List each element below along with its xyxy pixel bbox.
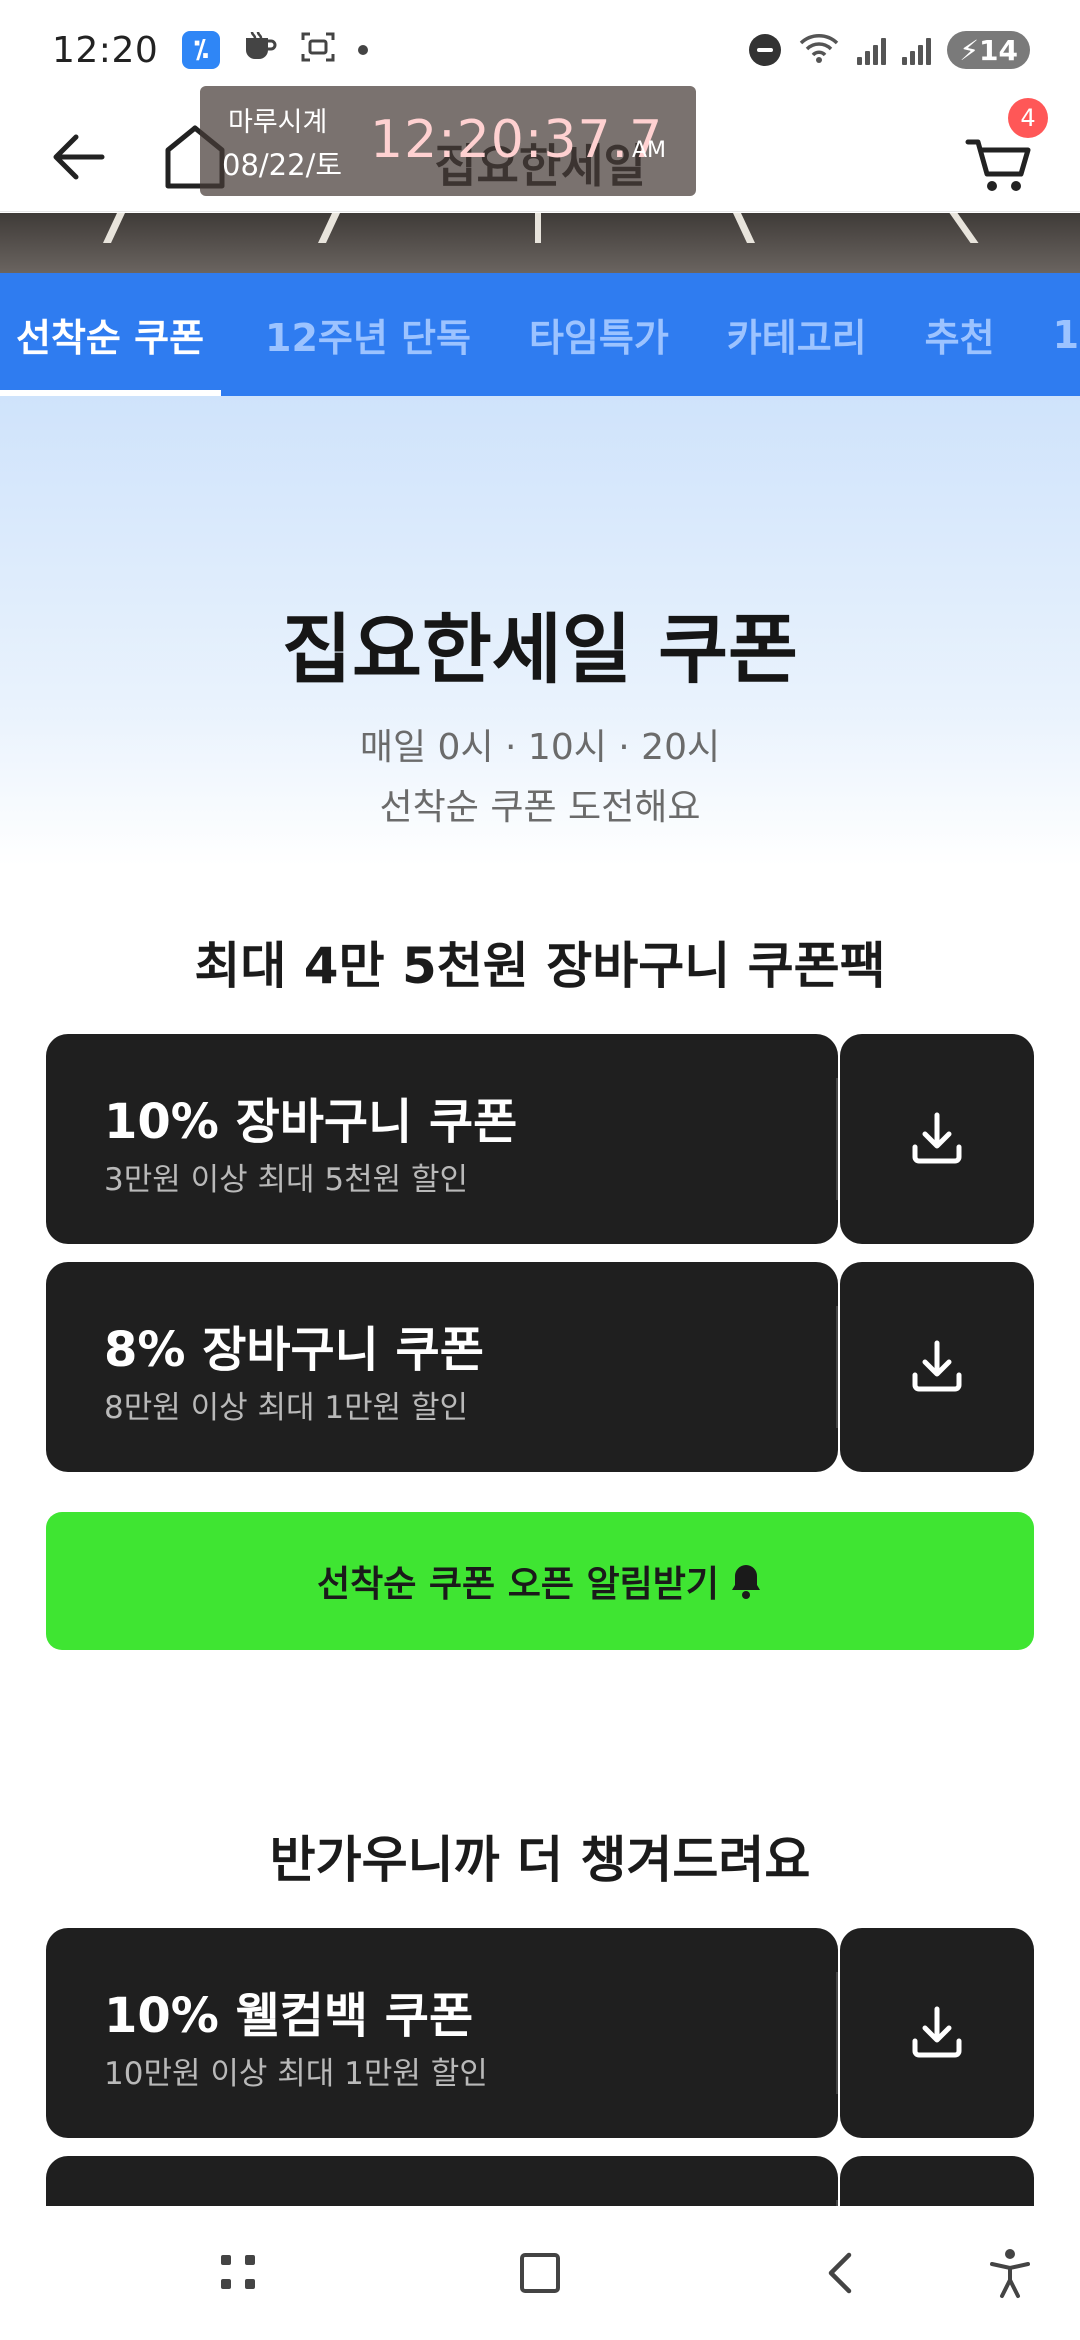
coupon-description: 10만원 이상 최대 1만원 할인	[104, 2056, 488, 2092]
coupon-download-button[interactable]	[840, 1928, 1034, 2138]
hero-subtitle-challenge: 선착순 쿠폰 도전해요	[379, 787, 701, 828]
square-home-icon	[520, 2253, 560, 2293]
coupon-description: 8만원 이상 최대 1만원 할인	[104, 1390, 469, 1426]
battery-level: 14	[979, 33, 1018, 67]
tab-first-come-coupon[interactable]: 선착순 쿠폰	[0, 273, 221, 396]
accessibility-button[interactable]	[975, 2238, 1045, 2308]
coupon-info	[46, 2156, 838, 2206]
screenshot-icon	[300, 30, 336, 70]
app-notification-icon: ⁒	[182, 31, 221, 69]
tab-more[interactable]: 1	[1013, 273, 1080, 396]
hero-subtitle-schedule: 매일 0시 · 10시 · 20시	[359, 727, 721, 768]
accessibility-icon	[990, 2249, 1030, 2298]
coupon-info: 10% 웰컴백 쿠폰 10만원 이상 최대 1만원 할인	[46, 1928, 838, 2138]
tab-category[interactable]: 카테고리	[687, 273, 885, 396]
hero-title: 집요한세일 쿠폰	[282, 605, 798, 694]
download-icon	[912, 2006, 962, 2058]
coupon-card: 8% 장바구니 쿠폰 8만원 이상 최대 1만원 할인	[46, 1262, 1034, 1472]
clock-time: 12:20:37.7	[370, 110, 664, 170]
coupon-card: 10% 장바구니 쿠폰 3만원 이상 최대 5천원 할인	[46, 1034, 1034, 1244]
tab-12th-anniversary[interactable]: 12주년 단독	[221, 273, 489, 396]
cart-coupon-pack-title: 최대 4만 5천원 장바구니 쿠폰팩	[194, 937, 886, 995]
tab-time-deal[interactable]: 타임특가	[489, 273, 687, 396]
download-icon	[912, 1112, 962, 1164]
coupon-name: 10% 장바구니 쿠폰	[104, 1094, 518, 1150]
banner-image	[0, 213, 1080, 273]
main-content: 집요한세일 쿠폰 매일 0시 · 10시 · 20시 선착순 쿠폰 도전해요 최…	[0, 396, 1080, 2206]
back-nav-button[interactable]	[806, 2238, 876, 2308]
status-bar: 12:20 ⁒ ⚡ 14	[0, 0, 1080, 100]
system-icons: ⚡ 14	[749, 31, 1030, 69]
status-time: 12:20	[52, 29, 159, 71]
signal-icon	[857, 35, 887, 65]
recent-apps-icon	[221, 2255, 255, 2289]
coupon-card-partial	[46, 2156, 1034, 2206]
wifi-icon	[797, 31, 841, 69]
clock-date: 08/22/토	[222, 148, 343, 182]
chevron-left-icon	[828, 2252, 852, 2294]
notification-icons: ⁒	[182, 30, 369, 70]
more-notifications-dot-icon	[358, 45, 369, 55]
welcome-section-title: 반가우니까 더 챙겨드려요	[269, 1831, 811, 1889]
download-icon	[912, 1340, 962, 1392]
coupon-name: 8% 장바구니 쿠폰	[104, 1322, 484, 1378]
recent-apps-button[interactable]	[204, 2238, 274, 2308]
notify-button-label: 선착순 쿠폰 오픈 알림받기	[317, 1564, 719, 1605]
signal-icon-2	[902, 35, 932, 65]
coupon-download-button[interactable]	[840, 1034, 1034, 1244]
coupon-card: 10% 웰컴백 쿠폰 10만원 이상 최대 1만원 할인	[46, 1928, 1034, 2138]
home-nav-button[interactable]	[505, 2238, 575, 2308]
clock-ampm: AM	[632, 138, 667, 163]
coupon-description: 3만원 이상 최대 5천원 할인	[104, 1162, 469, 1198]
system-navigation-bar	[0, 2206, 1080, 2340]
coupon-open-notify-button[interactable]: 선착순 쿠폰 오픈 알림받기	[46, 1512, 1034, 1650]
coupon-info: 10% 장바구니 쿠폰 3만원 이상 최대 5천원 할인	[46, 1034, 838, 1244]
coupon-download-button[interactable]	[840, 2156, 1034, 2206]
floating-clock-widget[interactable]: 마루시계 08/22/토 12:20:37.7 AM	[200, 86, 696, 196]
cup-icon	[242, 30, 278, 70]
battery-icon: ⚡ 14	[947, 31, 1030, 69]
category-tab-bar: 선착순 쿠폰 12주년 단독 타임특가 카테고리 추천 1	[0, 273, 1080, 396]
coupon-name: 10% 웰컴백 쿠폰	[104, 1988, 474, 2044]
do-not-disturb-icon	[749, 34, 782, 66]
clock-app-name: 마루시계	[228, 107, 328, 138]
charging-bolt-icon: ⚡	[959, 33, 980, 67]
tab-recommend[interactable]: 추천	[885, 273, 1013, 396]
bell-icon	[731, 1565, 760, 1599]
coupon-info: 8% 장바구니 쿠폰 8만원 이상 최대 1만원 할인	[46, 1262, 838, 1472]
coupon-download-button[interactable]	[840, 1262, 1034, 1472]
cart-count-badge: 4	[1008, 98, 1048, 138]
